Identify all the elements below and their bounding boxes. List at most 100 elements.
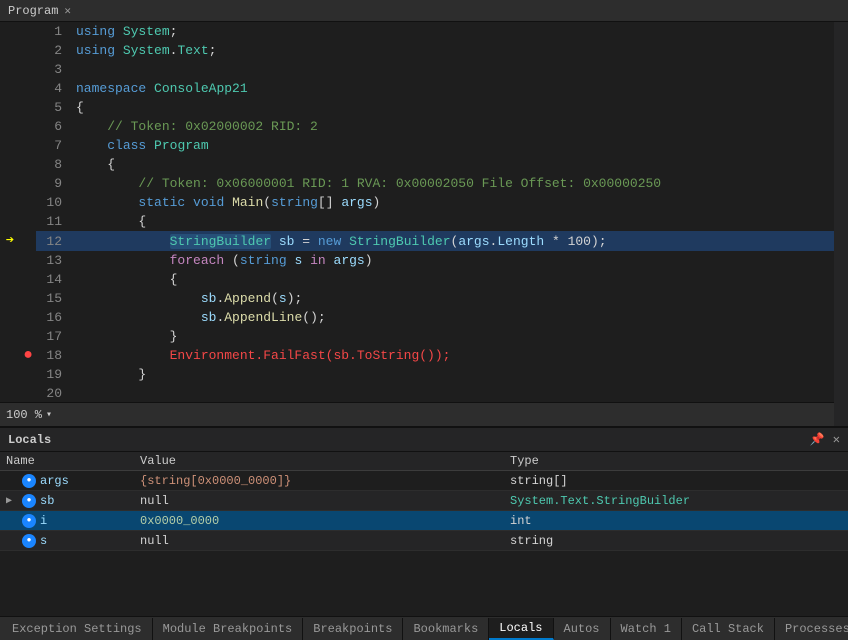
bottom-tab-breakpoints[interactable]: Breakpoints xyxy=(303,618,403,640)
gutter-arrow xyxy=(0,308,20,327)
code-row: 9 // Token: 0x06000001 RID: 1 RVA: 0x000… xyxy=(0,174,834,193)
var-value: 0x0000_0000 xyxy=(140,514,219,528)
bottom-tab-locals[interactable]: Locals xyxy=(489,618,553,640)
code-line[interactable]: // Token: 0x02000002 RID: 2 xyxy=(72,117,834,136)
gutter-bp[interactable] xyxy=(20,270,36,289)
code-line[interactable]: // Token: 0x06000001 RID: 1 RVA: 0x00002… xyxy=(72,174,834,193)
code-row: ➔12 StringBuilder sb = new StringBuilder… xyxy=(0,231,834,251)
gutter-bp[interactable] xyxy=(20,251,36,270)
code-line[interactable]: Environment.FailFast(sb.ToString()); xyxy=(72,346,834,365)
code-line[interactable]: namespace ConsoleApp21 xyxy=(72,79,834,98)
col-header-name: Name xyxy=(0,452,134,471)
line-number: 19 xyxy=(36,365,72,384)
code-line[interactable]: { xyxy=(72,98,834,117)
locals-row[interactable]: ●args{string[0x0000_0000]}string[] xyxy=(0,471,848,491)
gutter-bp[interactable] xyxy=(20,193,36,212)
code-line[interactable] xyxy=(72,384,834,402)
locals-header-row: Name Value Type xyxy=(0,452,848,471)
var-type: string xyxy=(510,534,553,548)
gutter-arrow xyxy=(0,155,20,174)
locals-col-type: System.Text.StringBuilder xyxy=(504,491,848,511)
code-line[interactable]: sb.AppendLine(); xyxy=(72,308,834,327)
gutter-bp[interactable] xyxy=(20,98,36,117)
locals-panel: Locals 📌 ✕ Name Value Type ●args{string[… xyxy=(0,426,848,616)
editor-title: Program xyxy=(8,4,58,18)
line-number: 14 xyxy=(36,270,72,289)
line-number: 18 xyxy=(36,346,72,365)
code-line[interactable]: foreach (string s in args) xyxy=(72,251,834,270)
line-number: 8 xyxy=(36,155,72,174)
code-table: 1using System;2using System.Text;3 4name… xyxy=(0,22,834,402)
var-icon: ● xyxy=(22,514,36,528)
locals-col-name: ▶●sb xyxy=(0,491,134,511)
locals-row[interactable]: ●i0x0000_0000int xyxy=(0,511,848,531)
gutter-bp[interactable]: ● xyxy=(20,346,36,365)
code-line[interactable]: { xyxy=(72,270,834,289)
var-icon: ● xyxy=(22,494,36,508)
code-line[interactable]: class Program xyxy=(72,136,834,155)
locals-row[interactable]: ▶●sbnullSystem.Text.StringBuilder xyxy=(0,491,848,511)
gutter-bp[interactable] xyxy=(20,327,36,346)
code-line[interactable]: { xyxy=(72,155,834,174)
bottom-tab-module-breakpoints[interactable]: Module Breakpoints xyxy=(153,618,304,640)
gutter-bp[interactable] xyxy=(20,79,36,98)
code-line[interactable]: static void Main(string[] args) xyxy=(72,193,834,212)
bottom-tab-processes[interactable]: Processes xyxy=(775,618,848,640)
code-row: 5{ xyxy=(0,98,834,117)
code-row: 3 xyxy=(0,60,834,79)
close-icon[interactable]: ✕ xyxy=(64,4,71,18)
locals-table-wrap[interactable]: Name Value Type ●args{string[0x0000_0000… xyxy=(0,452,848,616)
gutter-arrow xyxy=(0,22,20,41)
line-number: 17 xyxy=(36,327,72,346)
code-row: 11 { xyxy=(0,212,834,231)
bottom-tab-watch-1[interactable]: Watch 1 xyxy=(611,618,682,640)
gutter-bp[interactable] xyxy=(20,231,36,251)
code-line[interactable]: using System; xyxy=(72,22,834,41)
panel-close-icon[interactable]: ✕ xyxy=(833,432,840,447)
code-row: 17 } xyxy=(0,327,834,346)
code-scroll[interactable]: 1using System;2using System.Text;3 4name… xyxy=(0,22,834,402)
line-number: 11 xyxy=(36,212,72,231)
bottom-tab-autos[interactable]: Autos xyxy=(554,618,611,640)
locals-row[interactable]: ●snullstring xyxy=(0,531,848,551)
code-line[interactable]: sb.Append(s); xyxy=(72,289,834,308)
panel-pin-icon[interactable]: 📌 xyxy=(810,432,825,447)
bottom-tab-exception-settings[interactable]: Exception Settings xyxy=(2,618,153,640)
gutter-bp[interactable] xyxy=(20,308,36,327)
code-line[interactable]: { xyxy=(72,212,834,231)
code-line[interactable]: StringBuilder sb = new StringBuilder(arg… xyxy=(72,231,834,251)
code-row: ●18 Environment.FailFast(sb.ToString()); xyxy=(0,346,834,365)
gutter-bp[interactable] xyxy=(20,136,36,155)
code-row: 15 sb.Append(s); xyxy=(0,289,834,308)
line-number: 15 xyxy=(36,289,72,308)
code-row: 13 foreach (string s in args) xyxy=(0,251,834,270)
gutter-arrow xyxy=(0,136,20,155)
zoom-arrow-icon[interactable]: ▾ xyxy=(46,409,52,421)
gutter-bp[interactable] xyxy=(20,365,36,384)
code-container: 1using System;2using System.Text;3 4name… xyxy=(0,22,834,426)
expand-icon[interactable]: ▶ xyxy=(6,495,18,507)
bottom-tab-call-stack[interactable]: Call Stack xyxy=(682,618,775,640)
gutter-bp[interactable] xyxy=(20,117,36,136)
col-header-value: Value xyxy=(134,452,504,471)
gutter-bp[interactable] xyxy=(20,174,36,193)
gutter-bp[interactable] xyxy=(20,22,36,41)
code-row: 14 { xyxy=(0,270,834,289)
bottom-tab-bookmarks[interactable]: Bookmarks xyxy=(403,618,489,640)
editor-scrollbar[interactable] xyxy=(834,22,848,426)
gutter-bp[interactable] xyxy=(20,41,36,60)
code-row: 16 sb.AppendLine(); xyxy=(0,308,834,327)
code-line[interactable]: } xyxy=(72,365,834,384)
col-header-type: Type xyxy=(504,452,848,471)
locals-col-value: {string[0x0000_0000]} xyxy=(134,471,504,491)
code-line[interactable] xyxy=(72,60,834,79)
locals-col-name: ●s xyxy=(0,531,134,551)
gutter-bp[interactable] xyxy=(20,384,36,402)
gutter-bp[interactable] xyxy=(20,155,36,174)
code-line[interactable]: using System.Text; xyxy=(72,41,834,60)
gutter-bp[interactable] xyxy=(20,60,36,79)
code-line[interactable]: } xyxy=(72,327,834,346)
gutter-bp[interactable] xyxy=(20,212,36,231)
locals-header: Name Value Type xyxy=(0,452,848,471)
gutter-bp[interactable] xyxy=(20,289,36,308)
